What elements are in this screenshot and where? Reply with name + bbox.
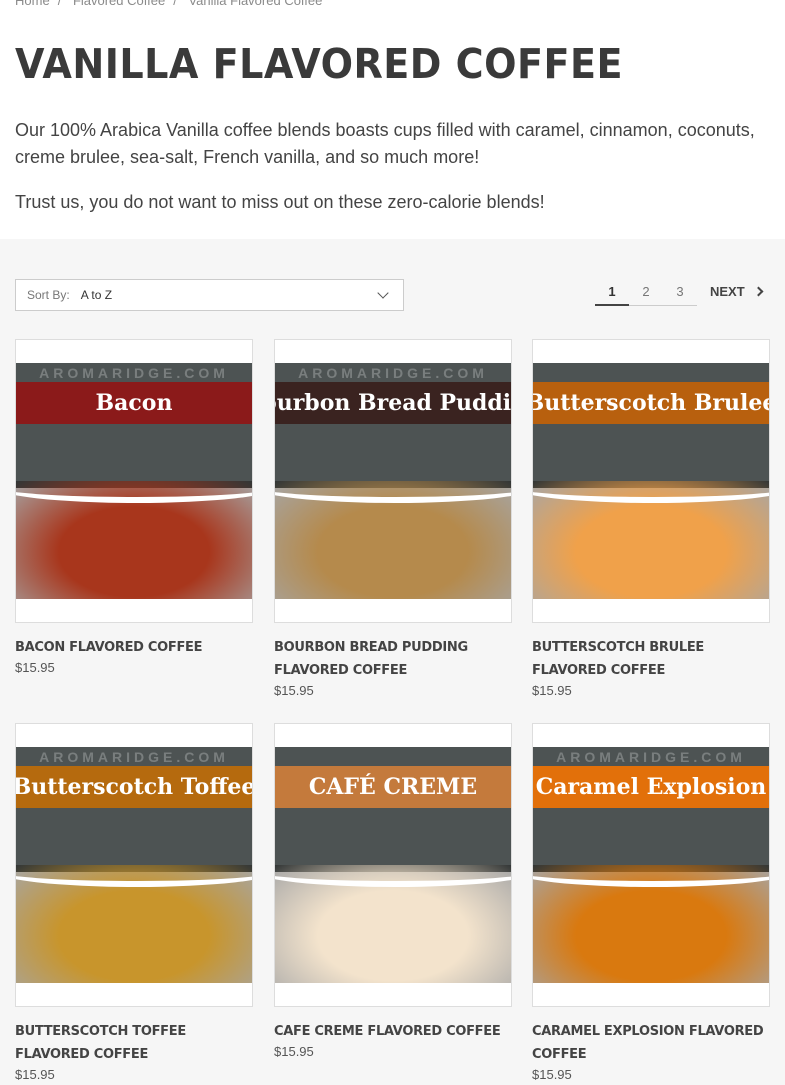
product-card[interactable]: AROMARIDGE.COM Butterscotch Toffee Butte…	[15, 723, 253, 1084]
label-wave	[533, 471, 769, 503]
product-title[interactable]: Butterscotch Brulee Flavored Coffee	[532, 636, 770, 682]
product-price: $15.95	[15, 1067, 55, 1082]
product-image-frame[interactable]: AROMARIDGE.COM Bacon	[15, 339, 253, 623]
product-price: $15.95	[274, 683, 314, 698]
watermark-text: AROMARIDGE.COM	[39, 749, 229, 765]
product-banner: Caramel Explosion	[533, 766, 769, 808]
product-banner: Bacon	[16, 382, 252, 424]
category-description: Our 100% Arabica Vanilla coffee blends b…	[15, 120, 755, 167]
label-wave	[16, 471, 252, 503]
watermark-text: AROMARIDGE.COM	[39, 365, 229, 381]
product-title[interactable]: Bacon Flavored Coffee	[15, 636, 253, 659]
product-title[interactable]: Caramel Explosion Flavored Coffee	[532, 1020, 770, 1066]
breadcrumb: Home / Flavored Coffee / Vanilla Flavored …	[15, 0, 322, 8]
label-wave	[16, 855, 252, 887]
product-card[interactable]: AROMARIDGE.COM Bourbon Bread Pudding Bou…	[274, 339, 512, 700]
page-link-2[interactable]: 2	[629, 281, 663, 306]
product-card[interactable]: CAFÉ CREME Cafe Creme Flavored Coffee $1…	[274, 723, 512, 1061]
product-banner: CAFÉ CREME	[275, 766, 511, 808]
breadcrumb-separator: /	[57, 0, 62, 8]
product-price: $15.95	[274, 1044, 314, 1059]
product-banner: Butterscotch Toffee	[16, 766, 252, 808]
pagination: 1 2 3	[595, 281, 697, 306]
breadcrumb-current: Vanilla Flavored Coffee	[188, 0, 323, 8]
product-image: CAFÉ CREME	[275, 747, 511, 983]
product-image-frame[interactable]: AROMARIDGE.COM Bourbon Bread Pudding	[274, 339, 512, 623]
product-image: Butterscotch Brulee	[533, 363, 769, 599]
sort-value: A to Z	[80, 288, 113, 302]
page-title: VANILLA FLAVORED COFFEE	[15, 40, 624, 88]
chevron-right-icon	[753, 286, 764, 297]
product-card[interactable]: AROMARIDGE.COM Bacon Bacon Flavored Coff…	[15, 339, 253, 677]
sort-select[interactable]: Sort By: A to Z	[15, 279, 404, 311]
product-title[interactable]: Bourbon Bread Pudding Flavored Coffee	[274, 636, 512, 682]
watermark-text: AROMARIDGE.COM	[556, 749, 746, 765]
product-price: $15.95	[15, 660, 55, 675]
product-image: AROMARIDGE.COM Bacon	[16, 363, 252, 599]
product-image-frame[interactable]: AROMARIDGE.COM Butterscotch Toffee	[15, 723, 253, 1007]
product-price: $15.95	[532, 1067, 572, 1082]
next-page-button[interactable]: NEXT	[710, 284, 764, 299]
next-label: NEXT	[710, 284, 745, 299]
breadcrumb-flavored-coffee[interactable]: Flavored Coffee	[73, 0, 165, 8]
watermark-text: AROMARIDGE.COM	[298, 365, 488, 381]
product-banner: Butterscotch Brulee	[533, 382, 769, 424]
product-image-frame[interactable]: AROMARIDGE.COM Caramel Explosion	[532, 723, 770, 1007]
sort-label: Sort By:	[27, 288, 70, 302]
product-price: $15.95	[532, 683, 572, 698]
product-image: AROMARIDGE.COM Butterscotch Toffee	[16, 747, 252, 983]
page-link-3[interactable]: 3	[663, 281, 697, 306]
product-banner: Bourbon Bread Pudding	[275, 382, 511, 424]
breadcrumb-separator: /	[173, 0, 177, 8]
product-card[interactable]: AROMARIDGE.COM Caramel Explosion Caramel…	[532, 723, 770, 1084]
label-wave	[275, 471, 511, 503]
product-image: AROMARIDGE.COM Bourbon Bread Pudding	[275, 363, 511, 599]
chevron-down-icon	[377, 287, 389, 299]
label-wave	[533, 855, 769, 887]
product-image: AROMARIDGE.COM Caramel Explosion	[533, 747, 769, 983]
product-image-frame[interactable]: Butterscotch Brulee	[532, 339, 770, 623]
product-card[interactable]: Butterscotch Brulee Butterscotch Brulee …	[532, 339, 770, 700]
category-description-secondary: Trust us, you do not want to miss out on…	[15, 192, 545, 212]
breadcrumb-home[interactable]: Home	[15, 0, 50, 8]
product-title[interactable]: Butterscotch Toffee Flavored Coffee	[15, 1020, 253, 1066]
product-title[interactable]: Cafe Creme Flavored Coffee	[274, 1020, 512, 1043]
page-link-1[interactable]: 1	[595, 281, 629, 306]
product-image-frame[interactable]: CAFÉ CREME	[274, 723, 512, 1007]
label-wave	[275, 855, 511, 887]
